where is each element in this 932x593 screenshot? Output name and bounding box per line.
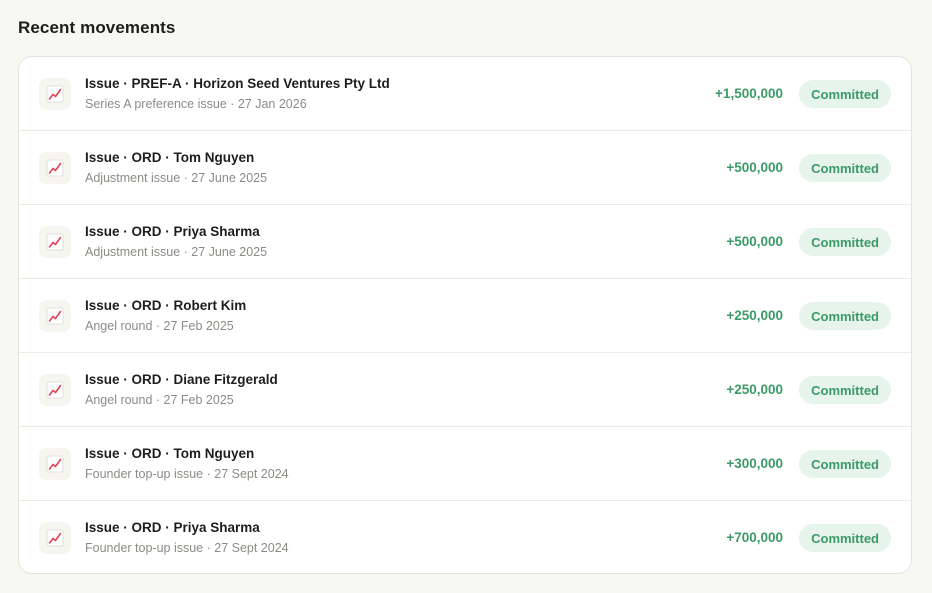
movement-text: Issue · ORD · Priya Sharma Founder top-u…	[85, 520, 289, 556]
movement-row[interactable]: Issue · ORD · Tom Nguyen Adjustment issu…	[19, 131, 911, 205]
status-badge: Committed	[799, 80, 891, 108]
chart-increasing-icon	[39, 448, 71, 480]
movement-subtitle: Founder top-up issue · 27 Sept 2024	[85, 541, 289, 555]
movement-row[interactable]: Issue · ORD · Priya Sharma Adjustment is…	[19, 205, 911, 279]
movement-title: Issue · PREF-A · Horizon Seed Ventures P…	[85, 76, 390, 91]
status-badge: Committed	[799, 376, 891, 404]
movement-row[interactable]: Issue · ORD · Priya Sharma Founder top-u…	[19, 501, 911, 573]
movement-text: Issue · ORD · Tom Nguyen Founder top-up …	[85, 446, 289, 482]
chart-increasing-icon	[39, 374, 71, 406]
chart-increasing-icon	[39, 522, 71, 554]
chart-increasing-icon	[39, 300, 71, 332]
movement-title: Issue · ORD · Tom Nguyen	[85, 150, 255, 165]
movement-subtitle: Founder top-up issue · 27 Sept 2024	[85, 467, 289, 481]
movement-row[interactable]: Issue · ORD · Diane Fitzgerald Angel rou…	[19, 353, 911, 427]
movement-amount: +500,000	[726, 234, 783, 249]
movement-amount: +1,500,000	[715, 86, 783, 101]
status-badge: Committed	[799, 228, 891, 256]
movement-row[interactable]: Issue · ORD · Tom Nguyen Founder top-up …	[19, 427, 911, 501]
section-title: Recent movements	[18, 18, 176, 37]
movement-amount: +300,000	[726, 456, 783, 471]
chart-increasing-icon	[39, 226, 71, 258]
movement-amount: +250,000	[726, 308, 783, 323]
chart-increasing-icon	[39, 78, 71, 110]
status-badge: Committed	[799, 524, 891, 552]
movement-title: Issue · ORD · Robert Kim	[85, 298, 247, 313]
movement-amount: +250,000	[726, 382, 783, 397]
movement-subtitle: Series A preference issue · 27 Jan 2026	[85, 97, 307, 111]
movement-text: Issue · ORD · Priya Sharma Adjustment is…	[85, 224, 267, 260]
movements-list: Issue · PREF-A · Horizon Seed Ventures P…	[18, 56, 912, 574]
status-badge: Committed	[799, 302, 891, 330]
movement-row[interactable]: Issue · ORD · Robert Kim Angel round · 2…	[19, 279, 911, 353]
movement-amount: +500,000	[726, 160, 783, 175]
movement-title: Issue · ORD · Priya Sharma	[85, 224, 260, 239]
movement-text: Issue · ORD · Robert Kim Angel round · 2…	[85, 298, 246, 334]
movement-subtitle: Adjustment issue · 27 June 2025	[85, 171, 268, 185]
chart-increasing-icon	[39, 152, 71, 184]
movement-text: Issue · ORD · Diane Fitzgerald Angel rou…	[85, 372, 278, 408]
status-badge: Committed	[799, 154, 891, 182]
movement-amount: +700,000	[726, 530, 783, 545]
movement-text: Issue · PREF-A · Horizon Seed Ventures P…	[85, 76, 390, 112]
movement-subtitle: Angel round · 27 Feb 2025	[85, 393, 234, 407]
movement-subtitle: Angel round · 27 Feb 2025	[85, 319, 234, 333]
movement-text: Issue · ORD · Tom Nguyen Adjustment issu…	[85, 150, 267, 186]
movement-title: Issue · ORD · Diane Fitzgerald	[85, 372, 278, 387]
status-badge: Committed	[799, 450, 891, 478]
movement-title: Issue · ORD · Priya Sharma	[85, 520, 260, 535]
movement-title: Issue · ORD · Tom Nguyen	[85, 446, 255, 461]
movement-subtitle: Adjustment issue · 27 June 2025	[85, 245, 268, 259]
movement-row[interactable]: Issue · PREF-A · Horizon Seed Ventures P…	[19, 57, 911, 131]
